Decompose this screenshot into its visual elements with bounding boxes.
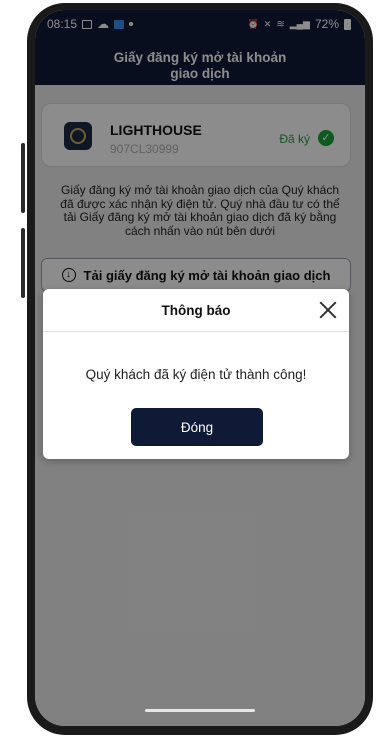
dialog-header: Thông báo	[43, 289, 349, 332]
dialog-message: Quý khách đã ký điện tử thành công!	[85, 367, 307, 382]
close-icon[interactable]	[317, 299, 339, 321]
close-dialog-button[interactable]: Đóng	[131, 408, 263, 446]
side-button-upper	[21, 143, 25, 213]
dialog-title: Thông báo	[161, 303, 231, 318]
notification-dialog: Thông báo Quý khách đã ký điện tử thành …	[43, 289, 349, 459]
home-indicator[interactable]	[145, 709, 255, 712]
phone-screen: 08:15 ☁ ⏰ ✕ ≋ ▂▄▆ 72% Giấy đăng ký mở tà…	[35, 10, 365, 726]
side-button-lower	[21, 228, 25, 298]
